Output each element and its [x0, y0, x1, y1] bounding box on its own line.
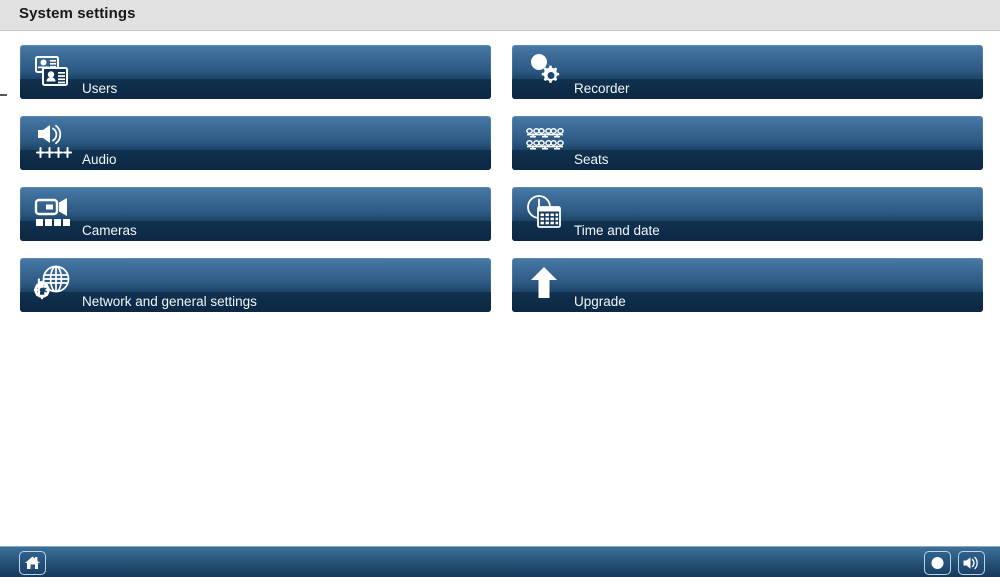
tile-label: Cameras — [82, 223, 137, 238]
id-cards-icon — [32, 50, 78, 90]
arrow-up-icon — [524, 263, 570, 303]
seats-grid-icon — [524, 121, 570, 161]
main-content: Users Audio Cameras Network and general … — [0, 32, 1000, 544]
tile-users[interactable]: Users — [20, 45, 491, 99]
speaker-volume-icon — [963, 556, 978, 570]
bottom-toolbar — [0, 546, 1000, 577]
record-button[interactable] — [924, 551, 951, 575]
tile-label: Audio — [82, 152, 117, 167]
speaker-faders-icon — [32, 121, 78, 161]
settings-tile-grid: Users Audio Cameras Network and general … — [0, 32, 1000, 332]
volume-button[interactable] — [958, 551, 985, 575]
clock-calendar-icon — [524, 192, 570, 232]
tile-upgrade[interactable]: Upgrade — [512, 258, 983, 312]
record-gear-icon — [524, 50, 570, 90]
globe-gear-icon — [32, 263, 78, 303]
video-camera-icon — [32, 192, 78, 232]
tile-label: Users — [82, 81, 118, 96]
tile-seats[interactable]: Seats — [512, 116, 983, 170]
tile-time-and-date[interactable]: Time and date — [512, 187, 983, 241]
tile-audio[interactable]: Audio — [20, 116, 491, 170]
header-bar: System settings — [0, 0, 1000, 31]
tile-cameras[interactable]: Cameras — [20, 187, 491, 241]
tile-label: Seats — [574, 152, 609, 167]
tile-label: Network and general settings — [82, 294, 257, 309]
tile-network-and-general-settings[interactable]: Network and general settings — [20, 258, 491, 312]
home-icon — [25, 556, 40, 569]
record-circle-icon — [931, 557, 944, 569]
home-button[interactable] — [19, 551, 46, 575]
tile-recorder[interactable]: Recorder — [512, 45, 983, 99]
tile-label: Upgrade — [574, 294, 626, 309]
tile-label: Time and date — [574, 223, 660, 238]
page-title: System settings — [19, 5, 136, 22]
tile-label: Recorder — [574, 81, 630, 96]
